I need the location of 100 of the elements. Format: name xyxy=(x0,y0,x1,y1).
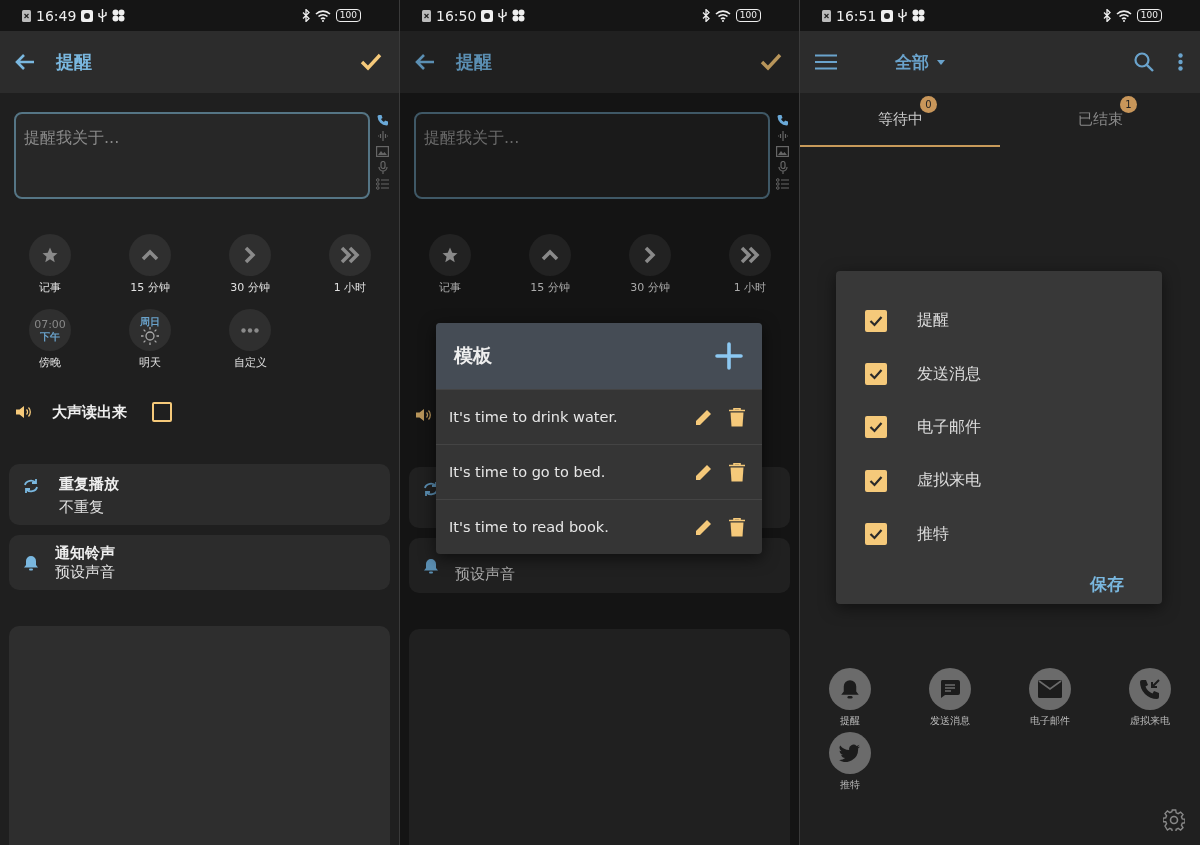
back-arrow-icon[interactable] xyxy=(415,54,435,70)
chip-period: 下午 xyxy=(40,330,60,342)
chip-button[interactable] xyxy=(529,234,571,276)
screen-title: 提醒 xyxy=(456,50,492,74)
type-label: 提醒 xyxy=(840,714,860,728)
type-button[interactable] xyxy=(1029,668,1071,710)
option-checkbox[interactable] xyxy=(865,523,887,546)
chip-button[interactable] xyxy=(729,234,771,276)
microphone-icon[interactable] xyxy=(777,161,788,174)
filter-dropdown[interactable]: 全部 xyxy=(895,50,929,74)
incoming-call-icon xyxy=(1139,678,1161,700)
menu-icon[interactable] xyxy=(815,54,837,70)
chip-button[interactable] xyxy=(329,234,371,276)
repeat-setting-card[interactable]: 重复播放 不重复 xyxy=(9,464,390,525)
chip-time: 07:00 xyxy=(34,318,66,331)
chip-button[interactable] xyxy=(429,234,471,276)
status-time: 16:50 xyxy=(436,7,477,24)
chip-label: 记事 xyxy=(39,280,61,295)
chip-button[interactable]: 07:00 下午 xyxy=(29,309,71,351)
star-icon xyxy=(41,246,59,264)
app-notification-icon xyxy=(481,9,494,22)
chip-button[interactable] xyxy=(129,234,171,276)
pencil-icon[interactable] xyxy=(695,518,713,536)
wifi-icon xyxy=(314,9,331,22)
star-icon xyxy=(441,246,459,264)
chip-label: 傍晚 xyxy=(39,355,61,370)
chip-button[interactable] xyxy=(629,234,671,276)
bluetooth-icon xyxy=(1102,9,1111,22)
setting-value: 预设声音 xyxy=(455,565,515,584)
type-button[interactable] xyxy=(829,668,871,710)
option-checkbox[interactable] xyxy=(865,363,887,386)
checkmark-icon[interactable] xyxy=(360,53,382,71)
setting-title: 通知铃声 xyxy=(55,543,115,563)
option-checkbox[interactable] xyxy=(865,309,887,332)
battery-level: 100 xyxy=(735,9,761,22)
bell-icon xyxy=(423,557,439,574)
option-label: 提醒 xyxy=(917,310,949,332)
image-icon[interactable] xyxy=(776,146,789,157)
checklist-icon[interactable] xyxy=(776,178,789,190)
checkmark-icon xyxy=(869,474,883,487)
option-checkbox[interactable] xyxy=(865,416,887,439)
trash-icon[interactable] xyxy=(729,517,745,537)
double-chevron-icon xyxy=(740,246,760,264)
chip-button[interactable] xyxy=(229,309,271,351)
waveform-icon[interactable] xyxy=(376,130,389,142)
chip-button[interactable] xyxy=(29,234,71,276)
usb-icon xyxy=(98,9,108,22)
search-icon[interactable] xyxy=(1134,52,1154,72)
more-options-icon[interactable] xyxy=(1178,53,1183,71)
chevron-up-icon xyxy=(541,249,559,261)
caret-icon[interactable] xyxy=(937,59,945,65)
waveform-icon[interactable] xyxy=(776,130,789,142)
repeat-icon xyxy=(423,481,439,497)
pencil-icon[interactable] xyxy=(695,463,713,481)
template-text[interactable]: It's time to read book. xyxy=(449,519,679,535)
battery-level: 100 xyxy=(335,9,361,22)
save-button[interactable]: 保存 xyxy=(1090,572,1124,596)
usb-icon xyxy=(898,9,908,22)
double-chevron-icon xyxy=(340,246,360,264)
status-tab[interactable]: 等待中 0 xyxy=(800,93,1000,147)
checklist-icon[interactable] xyxy=(376,178,389,190)
setting-title: 重复播放 xyxy=(59,475,119,494)
checkmark-icon[interactable] xyxy=(760,53,782,71)
sim-icon xyxy=(822,9,831,22)
chip-button[interactable]: 周日 xyxy=(129,309,171,351)
phone-icon[interactable] xyxy=(376,114,389,126)
status-time: 16:49 xyxy=(36,7,77,24)
reminder-text-field[interactable]: 提醒我关于... xyxy=(414,112,770,199)
chip-label: 15 分钟 xyxy=(530,280,570,295)
phone-icon[interactable] xyxy=(776,114,789,126)
status-time: 16:51 xyxy=(836,7,877,24)
reminder-text-field[interactable]: 提醒我关于... xyxy=(14,112,370,199)
microphone-icon[interactable] xyxy=(377,161,388,174)
type-button[interactable] xyxy=(829,732,871,774)
chip-button[interactable] xyxy=(229,234,271,276)
option-label: 推特 xyxy=(917,523,949,545)
option-checkbox[interactable] xyxy=(865,469,887,492)
read-aloud-checkbox[interactable] xyxy=(152,402,172,422)
chip-label: 30 分钟 xyxy=(230,280,270,295)
back-arrow-icon[interactable] xyxy=(15,54,35,70)
count-badge: 0 xyxy=(920,96,937,113)
setting-value: 预设声音 xyxy=(55,562,115,582)
plus-icon[interactable] xyxy=(715,342,743,370)
notification-sound-card[interactable]: 通知铃声 预设声音 xyxy=(9,535,390,590)
status-tab[interactable]: 已结束 1 xyxy=(1000,93,1200,147)
tab-label: 已结束 xyxy=(1077,109,1123,129)
trash-icon[interactable] xyxy=(729,462,745,482)
trash-icon[interactable] xyxy=(729,407,745,427)
template-text[interactable]: It's time to drink water. xyxy=(449,409,679,425)
template-text[interactable]: It's time to go to bed. xyxy=(449,464,679,480)
usb-icon xyxy=(498,9,508,22)
chip-label: 1 小时 xyxy=(733,280,767,295)
image-icon[interactable] xyxy=(376,146,389,157)
chip-label: 自定义 xyxy=(233,355,267,370)
pencil-icon[interactable] xyxy=(695,408,713,426)
type-button[interactable] xyxy=(1129,668,1171,710)
checkmark-icon xyxy=(869,421,883,434)
option-label: 电子邮件 xyxy=(917,416,981,438)
settings-icon[interactable] xyxy=(1163,809,1185,831)
type-button[interactable] xyxy=(929,668,971,710)
